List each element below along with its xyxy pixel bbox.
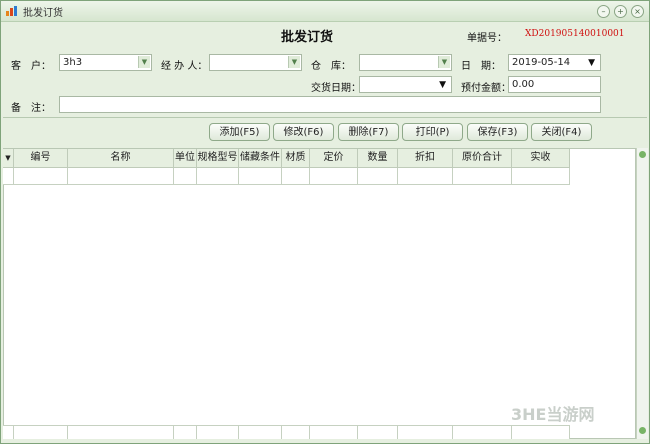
summary-cell [197,425,239,439]
prepay-label: 预付金额： [461,83,511,94]
table-cell[interactable] [197,168,239,185]
watermark: 3HE当游网 [511,405,595,424]
summary-cell [512,425,570,439]
close-icon[interactable]: × [631,5,644,18]
col-header-discount[interactable]: 折扣 [398,149,453,168]
save-button[interactable]: 保存(F3) [467,123,528,141]
table-cell[interactable] [68,168,174,185]
divider [3,117,647,118]
col-header-quantity[interactable]: 数量 [358,149,398,168]
chevron-down-icon[interactable]: ▼ [138,56,150,68]
docno-label: 单据号： [467,33,507,44]
chevron-down-icon[interactable]: ▼ [588,56,595,70]
window-title: 批发订货 [23,8,63,19]
col-header-unit[interactable]: 单位 [174,149,197,168]
customer-combo[interactable]: 3h3 ▼ [59,54,152,71]
edit-button[interactable]: 修改(F6) [273,123,334,141]
docno-value: XD201905140010001 [525,29,625,39]
col-header-material[interactable]: 材质 [282,149,310,168]
remark-label: 备 注： [11,103,51,114]
summary-cell [453,425,512,439]
date-value: 2019-05-14 [512,57,571,68]
chevron-down-icon[interactable]: ▼ [288,56,300,68]
table-cell[interactable] [512,168,570,185]
handler-label: 经 办 人： [161,61,208,72]
col-header-original-total[interactable]: 原价合计 [453,149,512,168]
col-header-spec[interactable]: 规格型号 [197,149,239,168]
print-button[interactable]: 打印(P) [402,123,463,141]
data-grid[interactable] [3,148,636,439]
summary-cell [310,425,358,439]
handler-combo[interactable]: ▼ [209,54,302,71]
scroll-down-icon[interactable] [639,427,646,434]
warehouse-combo[interactable]: ▼ [359,54,452,71]
customer-value: 3h3 [63,57,83,68]
delivery-date-label: 交货日期： [311,83,361,94]
date-label: 日 期： [461,61,501,72]
delete-button[interactable]: 删除(F7) [338,123,399,141]
summary-cell [398,425,453,439]
table-cell[interactable] [282,168,310,185]
prepay-value: 0.00 [512,79,535,90]
add-button[interactable]: 添加(F5) [209,123,270,141]
col-header-name[interactable]: 名称 [68,149,174,168]
table-cell[interactable] [239,168,282,185]
summary-cell [68,425,174,439]
prepay-field[interactable]: 0.00 [508,76,601,93]
maximize-icon[interactable]: + [614,5,627,18]
customer-label: 客 户： [11,61,51,72]
warehouse-label: 仓 库： [311,61,351,72]
col-header-price[interactable]: 定价 [310,149,358,168]
summary-cell [358,425,398,439]
col-header-code[interactable]: 编号 [14,149,68,168]
summary-cell [174,425,197,439]
summary-cell [239,425,282,439]
scroll-up-icon[interactable] [639,151,646,158]
delivery-date-picker[interactable]: ▼ [359,76,452,93]
page-title: 批发订货 [281,30,334,45]
row-indicator-icon: ▼ [3,149,14,168]
chart-icon [6,6,17,16]
table-cell[interactable] [453,168,512,185]
table-cell[interactable] [310,168,358,185]
chevron-down-icon[interactable]: ▼ [438,56,450,68]
chevron-down-icon[interactable]: ▼ [439,78,446,92]
date-picker[interactable]: 2019-05-14 ▼ [508,54,601,71]
remark-field[interactable] [59,96,601,113]
table-row[interactable] [3,168,14,185]
table-cell[interactable] [14,168,68,185]
summary-cell [282,425,310,439]
table-cell[interactable] [398,168,453,185]
window: 批发订货 – + × 批发订货 单据号： XD201905140010001 客… [0,0,650,444]
table-cell[interactable] [174,168,197,185]
title-bar[interactable]: 批发订货 – + × [1,1,649,22]
summary-row [3,425,14,439]
col-header-storage[interactable]: 储藏条件 [239,149,282,168]
close-button[interactable]: 关闭(F4) [531,123,592,141]
summary-cell [14,425,68,439]
table-cell[interactable] [358,168,398,185]
col-header-received[interactable]: 实收 [512,149,570,168]
minimize-icon[interactable]: – [597,5,610,18]
vertical-scrollbar[interactable] [636,148,648,439]
